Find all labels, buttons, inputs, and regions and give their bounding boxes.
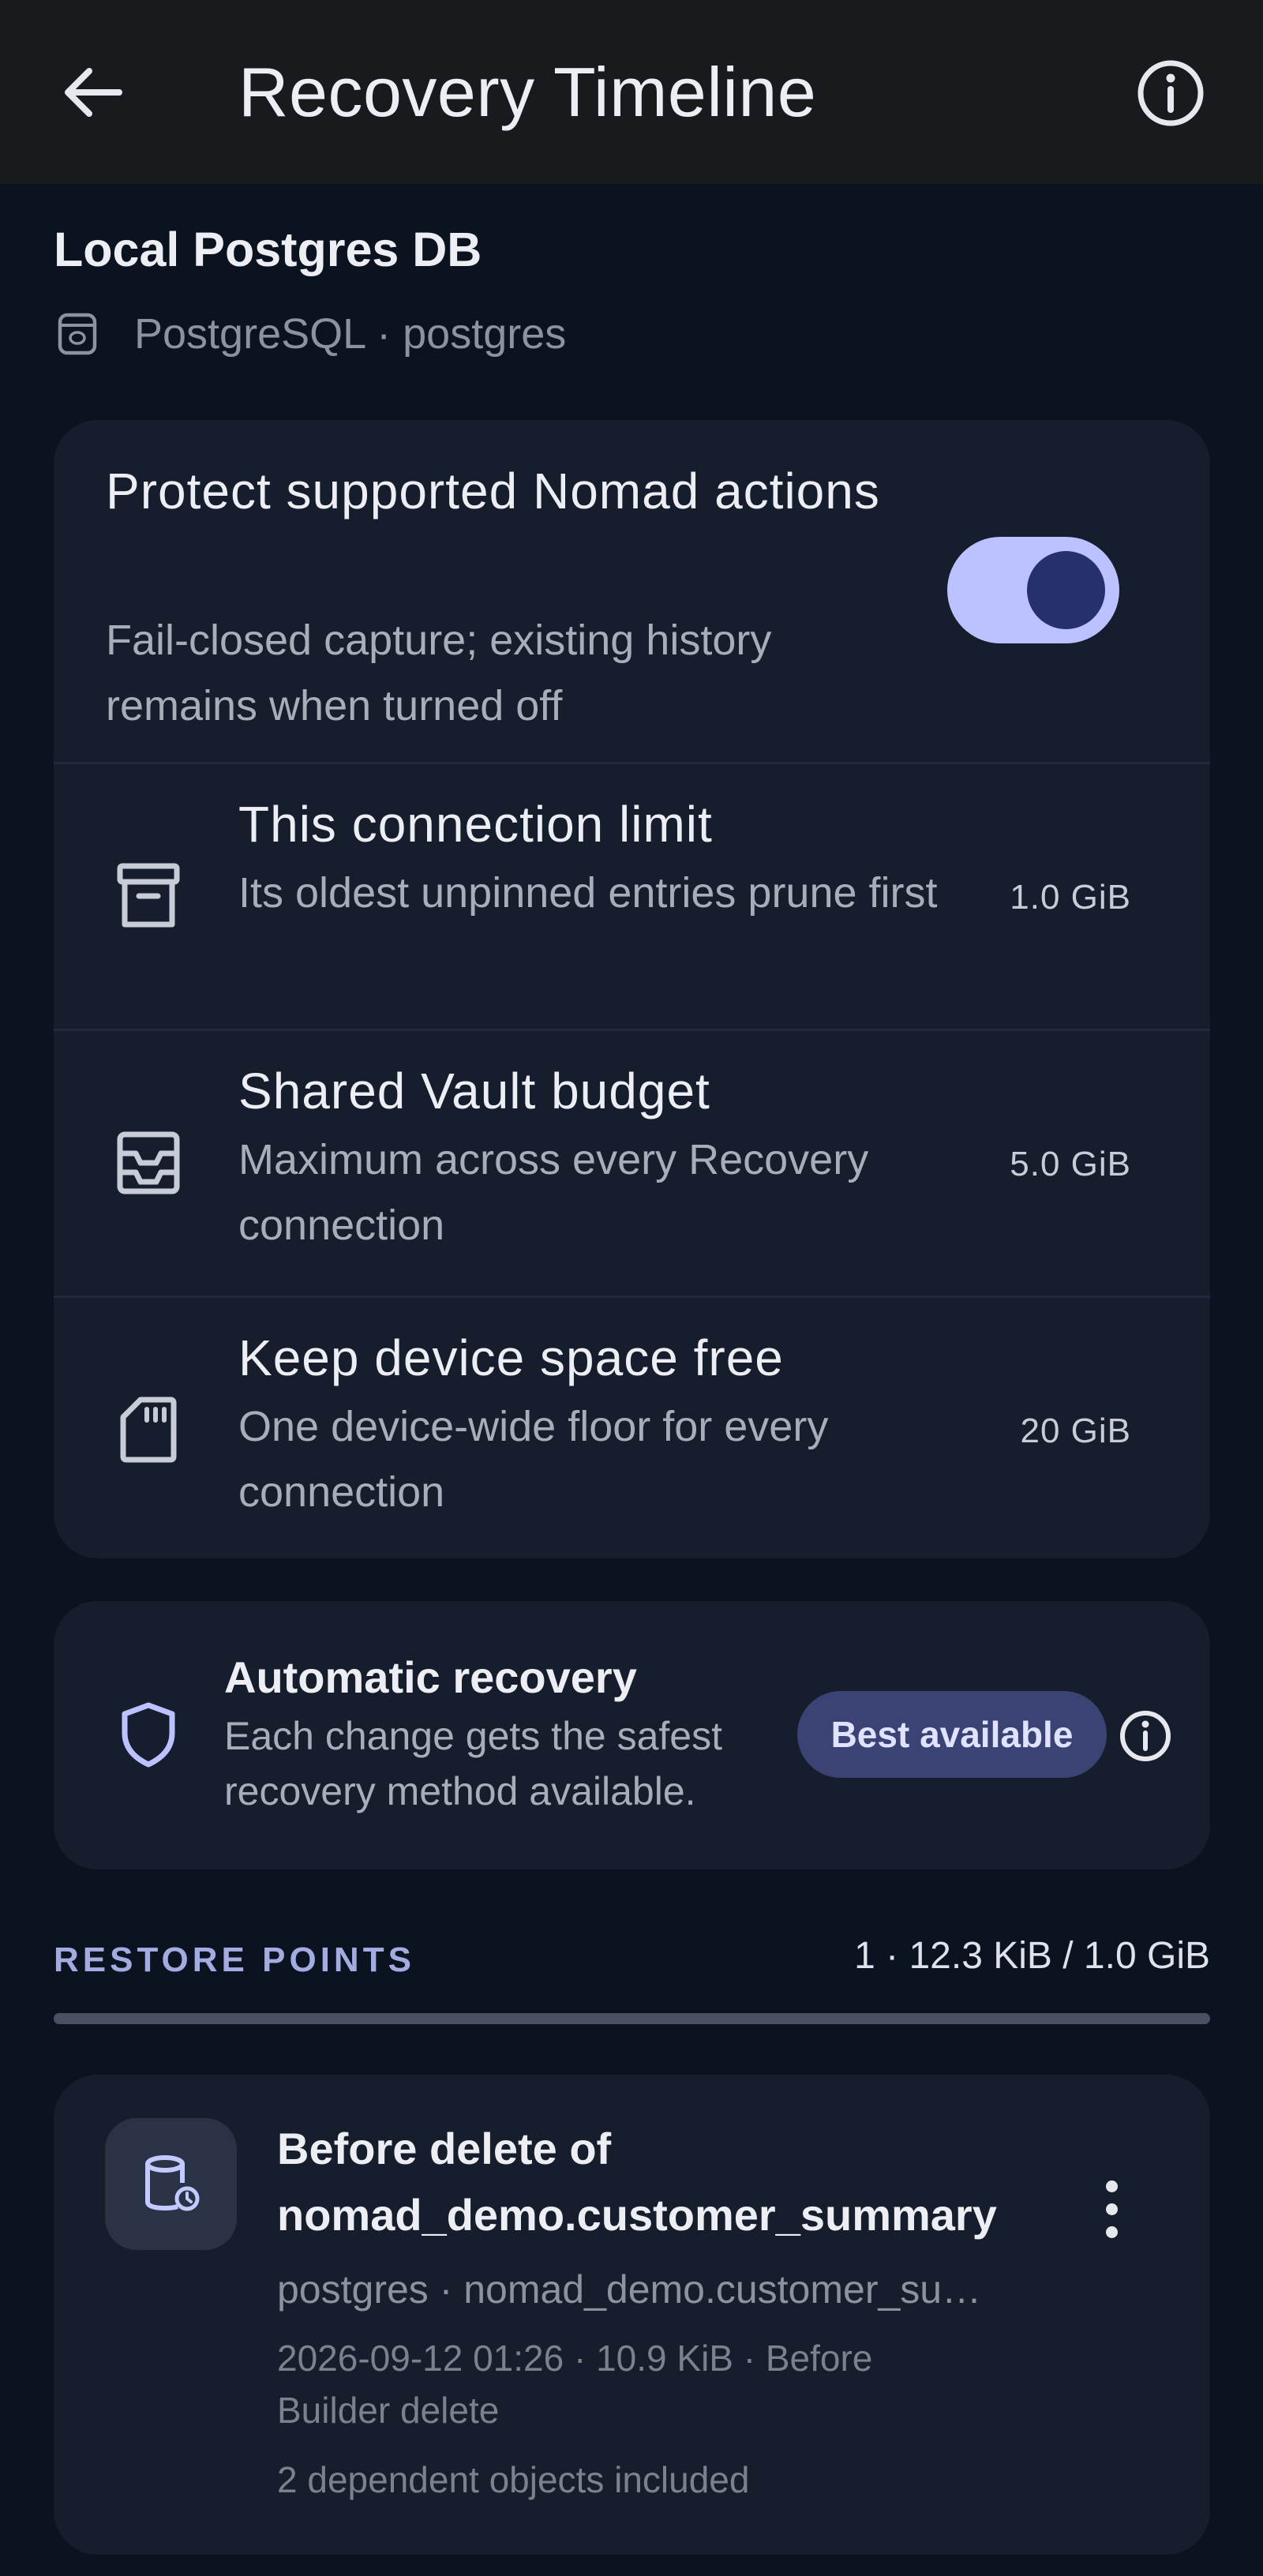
protection-title: Protect supported Nomad actions xyxy=(106,463,880,519)
automatic-recovery-info-button[interactable] xyxy=(1113,1704,1178,1768)
restore-point-title: Before delete of nomad_demo.customer_sum… xyxy=(277,2124,997,2240)
limit-description: Its oldest unpinned entries prune first xyxy=(238,869,938,917)
info-icon xyxy=(1137,60,1203,126)
vault-budget-description: Maximum across every Recovery connection xyxy=(238,1136,869,1249)
info-icon xyxy=(1120,1711,1171,1761)
connection-name: Local Postgres DB xyxy=(54,223,482,276)
storage-usage-bar xyxy=(54,2013,1210,2024)
inbox-tray-icon xyxy=(109,1123,188,1202)
connection-subtitle: PostgreSQL · postgres xyxy=(54,306,566,362)
archive-icon xyxy=(109,857,188,936)
connection-engine: PostgreSQL · postgres xyxy=(134,310,567,358)
automatic-recovery-description: Each change gets the safest recovery met… xyxy=(224,1714,722,1813)
automatic-recovery-card: Automatic recovery Each change gets the … xyxy=(54,1601,1210,1869)
sd-card-icon xyxy=(109,1390,188,1469)
restore-points-label: RESTORE POINTS xyxy=(54,1940,415,1979)
recovery-method-badge[interactable]: Best available xyxy=(797,1691,1107,1778)
device-space-title: Keep device space free xyxy=(238,1329,784,1386)
vault-budget-value[interactable]: 5.0 GiB xyxy=(1010,1145,1131,1184)
restore-points-usage: 1 · 12.3 KiB / 1.0 GiB xyxy=(854,1935,1210,1977)
toggle-knob xyxy=(1027,551,1105,629)
divider xyxy=(54,762,1210,764)
limit-title: This connection limit xyxy=(238,796,713,853)
vault-budget-title: Shared Vault budget xyxy=(238,1063,710,1119)
database-icon xyxy=(58,313,97,355)
page-title: Recovery Timeline xyxy=(238,53,817,131)
restore-point-dependents: 2 dependent objects included xyxy=(277,2459,750,2500)
protection-description: Fail-closed capture; existing history re… xyxy=(106,617,772,729)
more-vertical-icon[interactable] xyxy=(1080,2162,1143,2256)
device-space-value[interactable]: 20 GiB xyxy=(1020,1412,1131,1451)
protection-toggle[interactable] xyxy=(947,537,1119,643)
restore-point-source: postgres · nomad_demo.customer_su… xyxy=(277,2267,982,2312)
restore-point-details: 2026-09-12 01:26 · 10.9 KiB · Before Bui… xyxy=(277,2338,873,2431)
database-restore-icon xyxy=(105,2118,237,2250)
divider xyxy=(54,1029,1210,1031)
app-bar: Recovery Timeline xyxy=(0,0,1263,184)
automatic-recovery-title: Automatic recovery xyxy=(224,1652,637,1702)
back-button[interactable] xyxy=(49,49,136,136)
shield-icon xyxy=(109,1692,188,1779)
device-space-description: One device-wide floor for every connecti… xyxy=(238,1403,829,1516)
restore-point-card[interactable]: Before delete of nomad_demo.customer_sum… xyxy=(54,2075,1210,2555)
protection-settings-card: Protect supported Nomad actions Fail-clo… xyxy=(54,420,1210,1558)
divider xyxy=(54,1295,1210,1298)
info-button[interactable] xyxy=(1129,51,1212,134)
limit-value[interactable]: 1.0 GiB xyxy=(1010,878,1131,917)
arrow-left-icon xyxy=(65,68,122,117)
